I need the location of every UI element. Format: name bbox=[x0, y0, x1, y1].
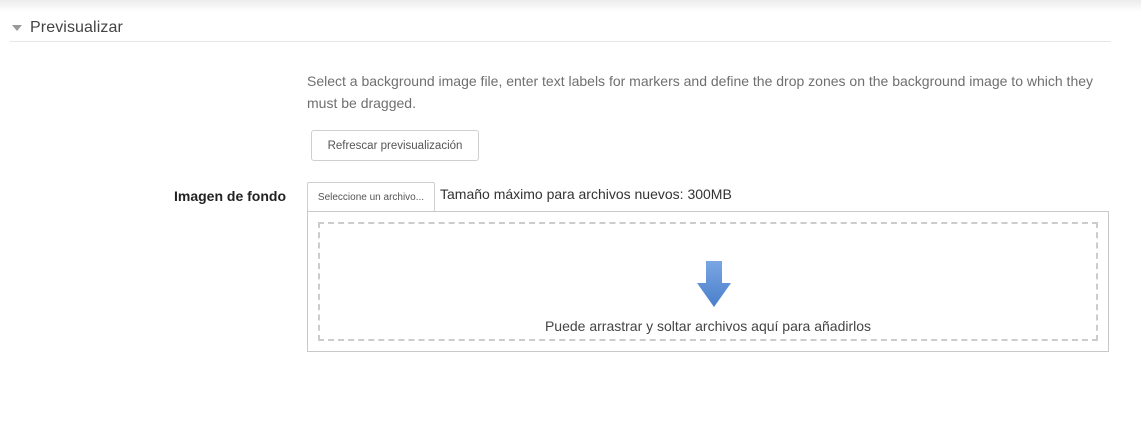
section-title[interactable]: Previsualizar bbox=[30, 19, 123, 37]
drop-zone-text: Puede arrastrar y soltar archivos aquí p… bbox=[544, 318, 872, 334]
file-drop-zone[interactable]: Puede arrastrar y soltar archivos aquí p… bbox=[318, 222, 1098, 341]
refresh-preview-button[interactable]: Refrescar previsualización bbox=[311, 130, 479, 161]
background-image-label: Imagen de fondo bbox=[174, 188, 286, 204]
top-shadow bbox=[0, 0, 1141, 12]
max-file-size-text: Tamaño máximo para archivos nuevos: 300M… bbox=[440, 186, 732, 202]
choose-file-button[interactable]: Seleccione un archivo... bbox=[307, 182, 435, 212]
file-drop-area[interactable]: Puede arrastrar y soltar archivos aquí p… bbox=[307, 211, 1109, 352]
section-header-preview[interactable]: Previsualizar bbox=[10, 18, 1111, 42]
download-arrow-icon bbox=[697, 261, 731, 307]
help-description: Select a background image file, enter te… bbox=[307, 73, 1094, 111]
caret-down-icon[interactable] bbox=[12, 24, 22, 31]
form-page: Previsualizar Select a background image … bbox=[0, 0, 1141, 435]
